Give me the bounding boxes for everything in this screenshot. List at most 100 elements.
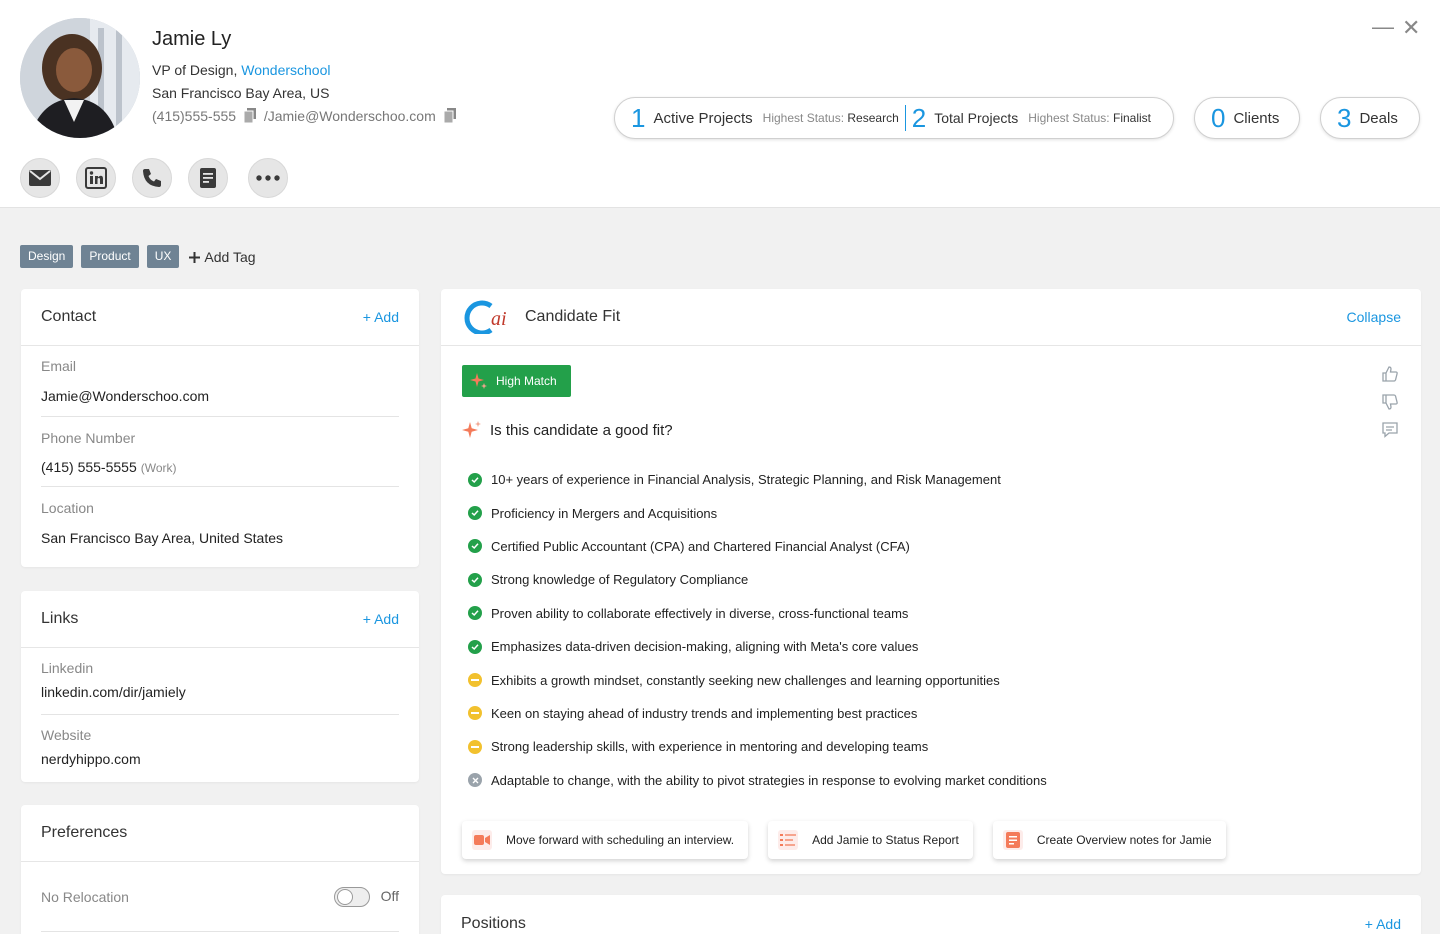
positions-card: Positions + Add xyxy=(441,895,1421,934)
phone-value-line: (415) 555-5555 (Work) xyxy=(41,459,399,475)
contact-card-header: Contact + Add xyxy=(21,289,419,346)
status-label: Highest Status: xyxy=(1028,111,1110,125)
fit-criterion: Proficiency in Mergers and Acquisitions xyxy=(468,496,1047,529)
email-button[interactable] xyxy=(20,158,60,198)
preferences-card-header: Preferences xyxy=(21,805,419,862)
check-icon xyxy=(468,539,482,554)
suggestion-text: Add Jamie to Status Report xyxy=(812,833,959,847)
clients-summary[interactable]: 0 Clients xyxy=(1194,97,1300,139)
cai-logo-icon: ai xyxy=(464,300,507,334)
sparkle-icon xyxy=(462,421,481,438)
phone-value[interactable]: (415) 555-5555 xyxy=(41,459,137,475)
phone-email-line: (415)555-555 /Jamie@Wonderschoo.com xyxy=(152,108,460,126)
email-label: Email xyxy=(41,358,77,374)
linkedin-value[interactable]: linkedin.com/dir/jamiely xyxy=(41,684,399,700)
check-icon xyxy=(468,506,482,521)
add-contact-button[interactable]: + Add xyxy=(363,309,399,325)
phone-field: Phone Number (415) 555-5555 (Work) xyxy=(41,417,399,487)
copy-phone-icon[interactable] xyxy=(243,108,256,126)
high-match-badge: High Match xyxy=(462,365,571,397)
minimize-button[interactable]: — xyxy=(1372,14,1394,40)
tag-design[interactable]: Design xyxy=(20,245,74,268)
deals-summary[interactable]: 3 Deals xyxy=(1320,97,1420,139)
email-value[interactable]: Jamie@Wonderschoo.com xyxy=(41,388,399,404)
call-button[interactable] xyxy=(132,158,172,198)
document-icon xyxy=(1002,830,1023,850)
partial-icon xyxy=(468,739,482,754)
fit-criterion: Certified Public Accountant (CPA) and Ch… xyxy=(468,530,1047,563)
location-field: Location San Francisco Bay Area, United … xyxy=(41,487,399,546)
add-link-button[interactable]: + Add xyxy=(363,611,399,627)
thumbs-up-icon[interactable] xyxy=(1381,365,1399,383)
fit-criterion: Proven ability to collaborate effectivel… xyxy=(468,597,1047,630)
contact-card: Contact + Add Email Jamie@Wonderschoo.co… xyxy=(21,289,419,567)
projects-summary[interactable]: 1 Active Projects Highest Status: Resear… xyxy=(614,97,1174,139)
comment-icon[interactable] xyxy=(1381,421,1399,439)
criterion-text: Certified Public Accountant (CPA) and Ch… xyxy=(491,538,910,554)
linkedin-field: Linkedin linkedin.com/dir/jamiely xyxy=(41,648,399,715)
job-title-line: VP of Design, Wonderschool xyxy=(152,62,331,78)
fit-criterion: Emphasizes data-driven decision-making, … xyxy=(468,630,1047,663)
notes-icon xyxy=(200,168,216,188)
suggestion-text: Create Overview notes for Jamie xyxy=(1036,833,1212,847)
fit-criterion: Strong leadership skills, with experienc… xyxy=(468,730,1047,763)
criterion-text: Strong knowledge of Regulatory Complianc… xyxy=(491,572,749,588)
candidate-fit-title: Candidate Fit xyxy=(525,308,621,325)
total-projects-status: Highest Status: Finalist xyxy=(1028,111,1151,125)
location-line: San Francisco Bay Area, US xyxy=(152,85,330,101)
check-icon xyxy=(468,639,482,654)
deals-label: Deals xyxy=(1359,109,1398,127)
add-tag-label: Add Tag xyxy=(204,248,256,265)
plus-icon xyxy=(189,251,201,263)
feedback-controls xyxy=(1381,365,1399,439)
suggestion-text: Move forward with scheduling an intervie… xyxy=(506,833,735,847)
overview-notes-suggestion[interactable]: Create Overview notes for Jamie xyxy=(992,821,1226,859)
add-position-button[interactable]: + Add xyxy=(1365,916,1401,932)
partial-icon xyxy=(468,706,482,721)
relocation-label: No Relocation xyxy=(41,888,129,905)
thumbs-down-icon[interactable] xyxy=(1381,393,1399,411)
partial-icon xyxy=(468,673,482,688)
status-report-suggestion[interactable]: Add Jamie to Status Report xyxy=(768,821,973,859)
fit-criterion: Exhibits a growth mindset, constantly se… xyxy=(468,663,1047,696)
fit-criterion: Keen on staying ahead of industry trends… xyxy=(468,697,1047,730)
fit-criterion: 10+ years of experience in Financial Ana… xyxy=(468,463,1047,496)
collapse-button[interactable]: Collapse xyxy=(1347,309,1401,325)
total-projects-count: 2 xyxy=(911,103,927,133)
close-button[interactable]: ✕ xyxy=(1402,15,1420,41)
deals-count: 3 xyxy=(1337,103,1352,133)
status-label: Highest Status: xyxy=(762,111,845,125)
website-value[interactable]: nerdyhippo.com xyxy=(41,751,399,767)
fit-criterion: Adaptable to change, with the ability to… xyxy=(468,764,1047,797)
relocation-toggle[interactable] xyxy=(334,886,371,907)
positions-card-header: Positions + Add xyxy=(441,895,1421,934)
relocation-toggle-group: Off xyxy=(334,886,399,907)
contact-title: Contact xyxy=(41,308,97,325)
email-text: /Jamie@Wonderschoo.com xyxy=(263,108,436,124)
email-field: Email Jamie@Wonderschoo.com xyxy=(41,346,399,417)
website-field: Website nerdyhippo.com xyxy=(41,715,399,767)
fit-criteria-list: 10+ years of experience in Financial Ana… xyxy=(468,463,1047,797)
linkedin-icon xyxy=(85,167,107,189)
cai-logo-text: ai xyxy=(491,308,507,330)
add-tag-button[interactable]: Add Tag xyxy=(189,248,256,265)
phone-type: (Work) xyxy=(140,461,177,475)
candidate-fit-heading: ai Candidate Fit xyxy=(461,300,620,334)
divider xyxy=(904,105,906,131)
tag-product[interactable]: Product xyxy=(81,245,139,268)
criterion-text: Proficiency in Mergers and Acquisitions xyxy=(491,505,718,521)
copy-email-icon[interactable] xyxy=(443,108,456,126)
phone-text: (415)555-555 xyxy=(152,108,237,124)
tag-ux[interactable]: UX xyxy=(146,245,180,268)
schedule-interview-suggestion[interactable]: Move forward with scheduling an intervie… xyxy=(462,821,749,859)
profile-header: Jamie Ly VP of Design, Wonderschool San … xyxy=(0,0,1440,208)
check-icon xyxy=(468,606,482,621)
video-icon xyxy=(472,830,492,850)
more-button[interactable] xyxy=(248,158,288,198)
notes-button[interactable] xyxy=(188,158,228,198)
quick-actions xyxy=(20,158,288,198)
company-link[interactable]: Wonderschool xyxy=(241,62,330,78)
location-value: San Francisco Bay Area, United States xyxy=(41,530,284,546)
active-projects-status: Highest Status: Research xyxy=(763,111,899,125)
linkedin-button[interactable] xyxy=(76,158,116,198)
